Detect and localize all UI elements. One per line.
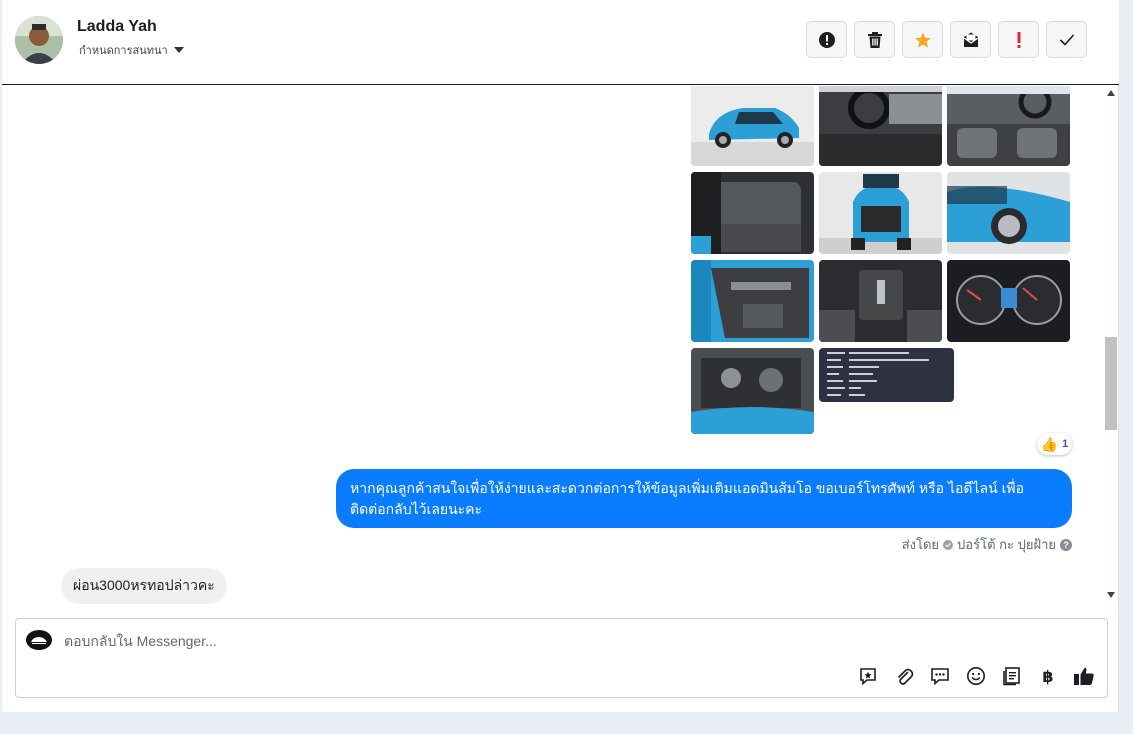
quick-reply-icon[interactable] [857,665,879,687]
scroll-up-arrow-icon[interactable] [1107,90,1115,96]
car-photo[interactable] [819,172,942,254]
catalog-icon[interactable] [1001,665,1023,687]
mark-unread-button[interactable] [950,21,991,58]
car-photo[interactable] [691,86,814,166]
scroll-thumb[interactable] [1105,337,1117,430]
sent-by-row: ส่งโดย ปอร์โต้ กะ ปุยฝ้าย ? [2,534,1072,555]
baht-symbol: ฿ [1042,666,1054,686]
delete-button[interactable] [854,21,895,58]
mark-spam-button[interactable] [806,21,847,58]
caret-down-icon [173,47,184,53]
car-photo[interactable] [947,86,1070,166]
exclamation-icon [1017,31,1020,48]
important-button[interactable] [998,21,1039,58]
message-list[interactable]: 👍 1 หากคุณลูกค้าสนใจเพื่อให้ง่ายและสะดวก… [2,86,1119,604]
thumbs-up-icon: 👍 [1040,435,1059,452]
reaction-badge[interactable]: 👍 1 [1037,433,1072,455]
emoji-icon[interactable] [965,665,987,687]
payment-icon[interactable]: ฿ [1037,665,1059,687]
car-photo[interactable] [947,172,1070,254]
page-avatar [26,630,52,650]
svg-text:?: ? [1063,540,1069,550]
saved-replies-icon[interactable] [929,665,951,687]
conversation-panel: Ladda Yah กำหนดการสนทนา 👍 1 หากคุณลูกค้า… [2,0,1119,712]
attachment-icon[interactable] [893,665,915,687]
sent-by-label: ส่งโดย [901,537,940,552]
reply-input[interactable] [64,629,964,653]
mark-done-button[interactable] [1046,21,1087,58]
car-photo[interactable] [691,348,814,434]
reaction-count: 1 [1062,438,1069,450]
outgoing-message[interactable]: หากคุณลูกค้าสนใจเพื่อให้ง่ายและสะดวกต่อก… [336,469,1072,528]
car-photo[interactable] [819,260,942,342]
car-photo[interactable] [947,260,1070,342]
composer-toolbar: ฿ [857,665,1095,687]
checkmark-icon [1059,33,1074,46]
assign-conversation-dropdown[interactable]: กำหนดการสนทนา [79,41,184,59]
header-actions [806,21,1087,58]
reply-composer: ฿ [15,618,1108,698]
car-photo[interactable] [691,172,814,254]
verified-icon [943,539,954,550]
car-photo[interactable] [819,86,942,166]
avatar[interactable] [15,16,63,64]
alert-circle-icon [818,31,835,48]
contact-name[interactable]: Ladda Yah [77,18,157,36]
envelope-icon [963,32,978,47]
car-photo[interactable] [691,260,814,342]
car-logo-icon [31,637,47,644]
conversation-header: Ladda Yah กำหนดการสนทนา [2,0,1119,85]
star-button[interactable] [902,21,943,58]
trash-icon [867,31,882,48]
like-icon[interactable] [1073,665,1095,687]
scroll-down-arrow-icon[interactable] [1107,592,1115,598]
sender-name[interactable]: ปอร์โต้ กะ ปุยฝ้าย [957,534,1056,555]
help-icon[interactable]: ? [1060,538,1072,551]
star-icon [914,32,931,47]
assign-label: กำหนดการสนทนา [79,45,168,57]
incoming-message[interactable]: ผ่อน3000หรทอปล่าวคะ [61,568,227,604]
vehicle-spec-image[interactable] [819,348,954,402]
